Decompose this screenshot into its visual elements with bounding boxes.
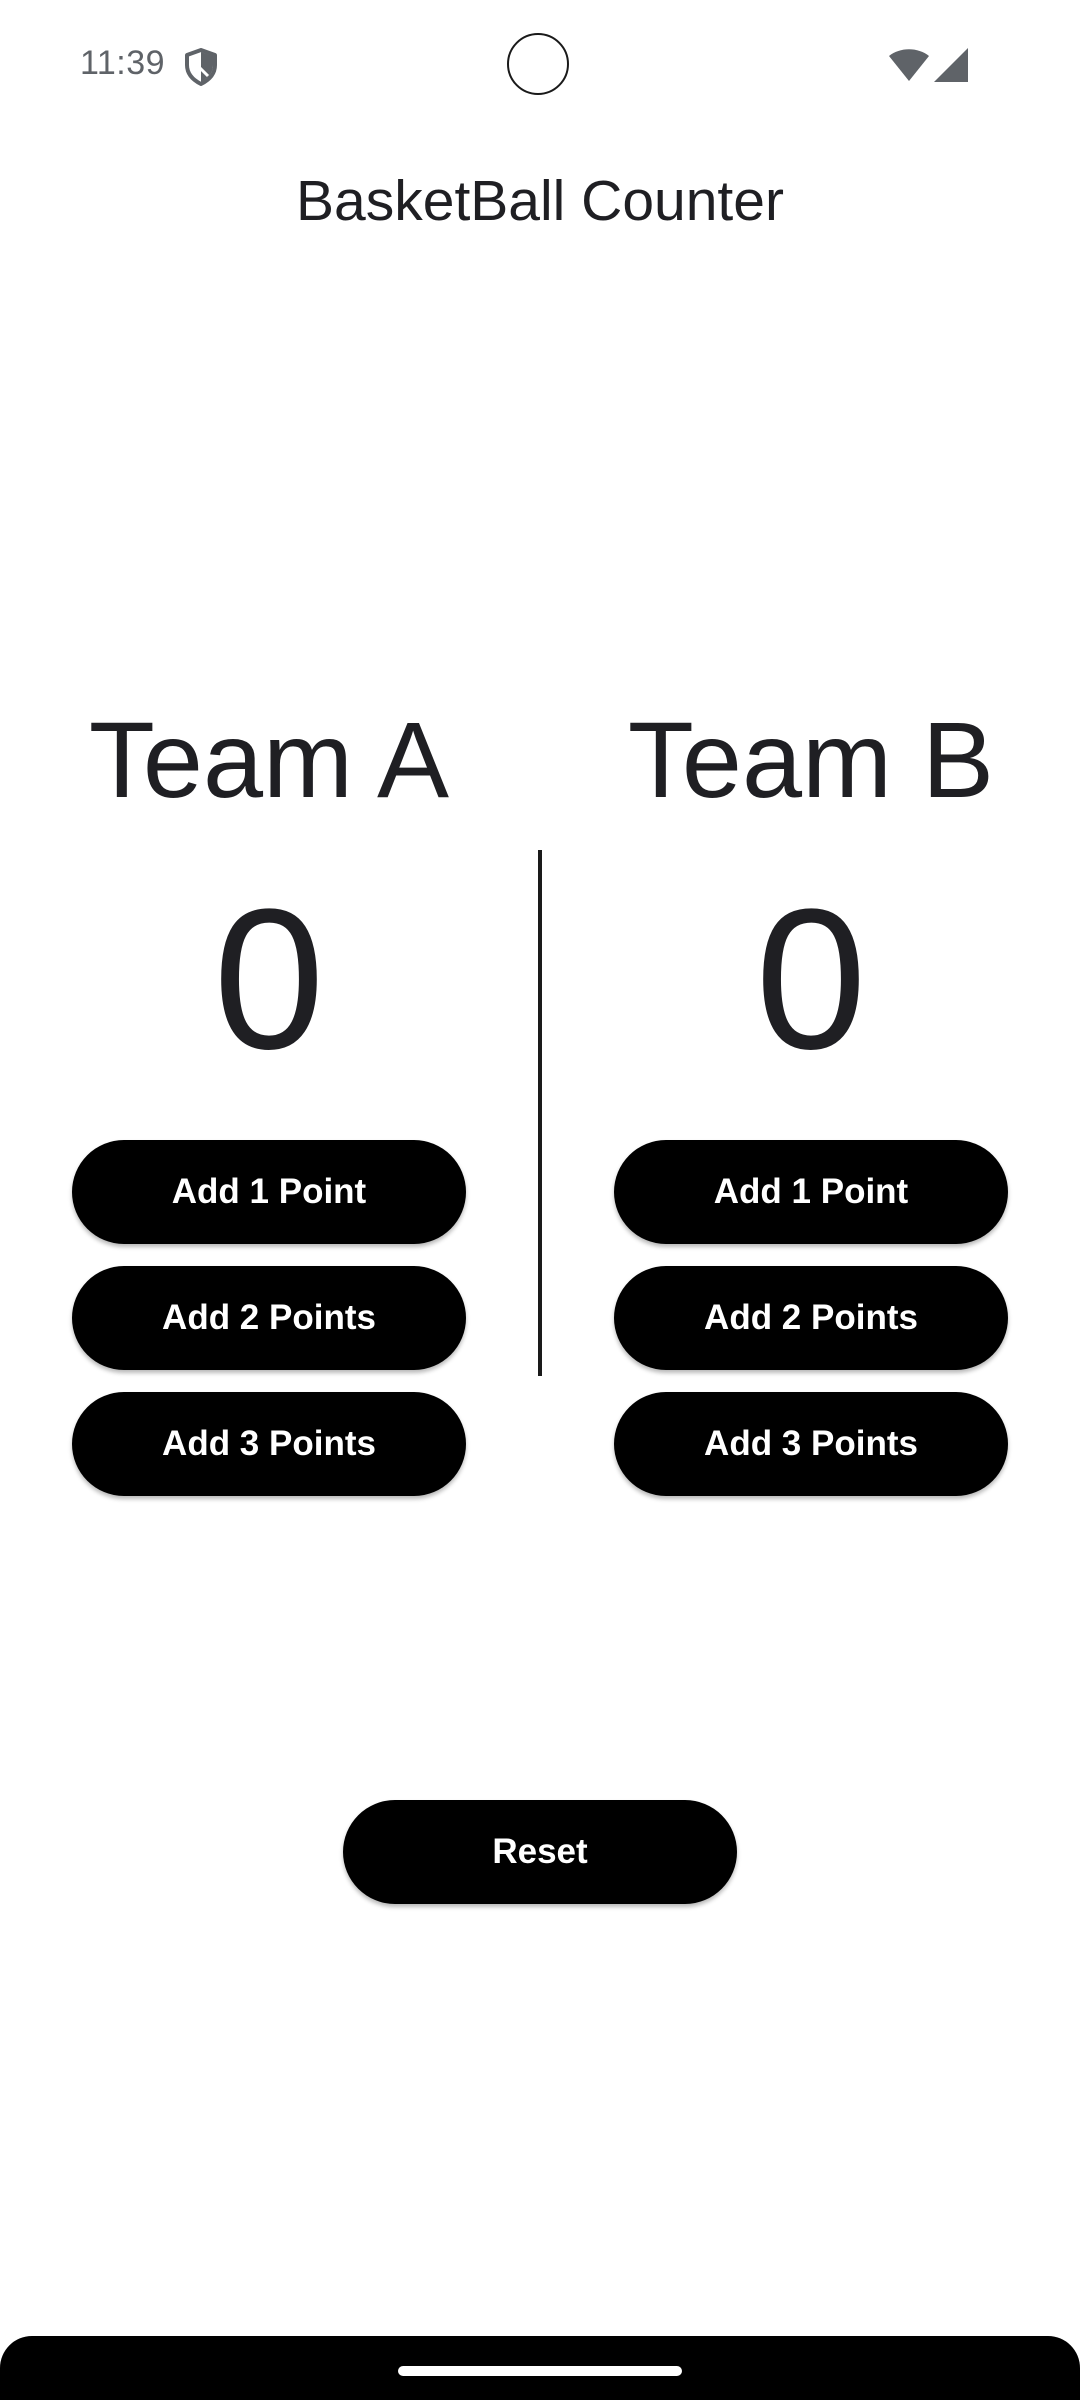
signal-icon [934,48,968,82]
team-b-column: Team B 0 Add 1 Point Add 2 Points Add 3 … [614,700,1008,1496]
team-a-add-1-button[interactable]: Add 1 Point [72,1140,466,1244]
status-time: 11:39 [80,44,166,82]
team-a-add-3-button[interactable]: Add 3 Points [72,1392,466,1496]
camera-cutout [507,33,569,95]
team-b-add-3-button[interactable]: Add 3 Points [614,1392,1008,1496]
screen: 11:39 BasketBall Counter Team A 0 Add 1 … [0,0,1080,2400]
shield-icon [184,48,218,86]
team-a-column: Team A 0 Add 1 Point Add 2 Points Add 3 … [72,700,466,1496]
app-title: BasketBall Counter [296,169,784,233]
wifi-icon [888,48,930,82]
team-b-add-1-button[interactable]: Add 1 Point [614,1140,1008,1244]
reset-button[interactable]: Reset [343,1800,737,1904]
team-a-add-2-button[interactable]: Add 2 Points [72,1266,466,1370]
team-divider [538,850,542,1376]
team-a-score: 0 [213,868,325,1091]
team-a-name: Team A [88,699,450,820]
team-b-add-2-button[interactable]: Add 2 Points [614,1266,1008,1370]
team-b-score: 0 [755,868,867,1091]
status-bar: 11:39 [0,0,1080,130]
team-b-name: Team B [627,699,995,820]
home-indicator[interactable] [398,2366,682,2376]
